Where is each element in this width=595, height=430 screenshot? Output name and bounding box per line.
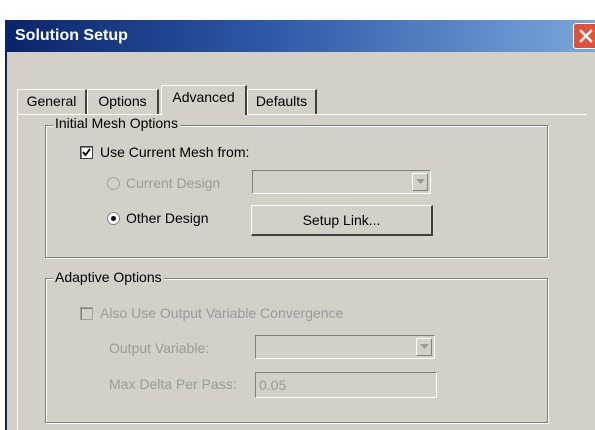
chevron-down-icon bbox=[420, 344, 429, 349]
output-variable-dropdown[interactable] bbox=[255, 335, 435, 359]
close-button[interactable] bbox=[573, 23, 595, 49]
use-current-mesh-label: Use Current Mesh from: bbox=[100, 144, 250, 160]
current-design-dropdown-button[interactable] bbox=[412, 173, 428, 191]
max-delta-per-pass-label: Max Delta Per Pass: bbox=[109, 376, 237, 392]
setup-link-button[interactable]: Setup Link... bbox=[251, 205, 433, 236]
other-design-label: Other Design bbox=[126, 210, 209, 226]
tab-general-label: General bbox=[26, 93, 77, 109]
adaptive-options-legend: Adaptive Options bbox=[53, 269, 164, 285]
tab-defaults-label: Defaults bbox=[255, 93, 308, 109]
current-design-label: Current Design bbox=[126, 175, 221, 191]
output-variable-dropdown-button[interactable] bbox=[416, 338, 432, 356]
max-delta-per-pass-input[interactable]: 0.05 bbox=[255, 372, 437, 398]
output-variable-label: Output Variable: bbox=[109, 340, 210, 356]
also-use-output-variable-label: Also Use Output Variable Convergence bbox=[100, 305, 344, 321]
current-design-dropdown[interactable] bbox=[252, 170, 431, 194]
setup-link-button-label: Setup Link... bbox=[302, 212, 381, 228]
tab-advanced[interactable]: Advanced bbox=[161, 85, 247, 115]
solution-setup-dialog: Solution Setup General Options Advanced … bbox=[5, 20, 595, 430]
tab-advanced-label: Advanced bbox=[172, 89, 235, 105]
chevron-down-icon bbox=[416, 179, 425, 184]
close-icon bbox=[579, 29, 593, 43]
also-use-output-variable-checkbox[interactable] bbox=[80, 307, 93, 320]
radio-selected-dot bbox=[111, 216, 116, 221]
initial-mesh-options-legend: Initial Mesh Options bbox=[53, 115, 180, 131]
tab-general[interactable]: General bbox=[17, 89, 87, 115]
checkmark-icon bbox=[82, 148, 91, 157]
tab-defaults[interactable]: Defaults bbox=[247, 89, 317, 115]
max-delta-per-pass-value: 0.05 bbox=[259, 377, 287, 393]
title-bar[interactable]: Solution Setup bbox=[7, 20, 595, 52]
tab-options[interactable]: Options bbox=[87, 89, 159, 115]
window-title: Solution Setup bbox=[15, 27, 128, 44]
use-current-mesh-checkbox[interactable] bbox=[80, 146, 93, 159]
current-design-radio[interactable] bbox=[107, 177, 120, 190]
other-design-radio[interactable] bbox=[107, 212, 120, 225]
tab-options-label: Options bbox=[98, 93, 147, 109]
